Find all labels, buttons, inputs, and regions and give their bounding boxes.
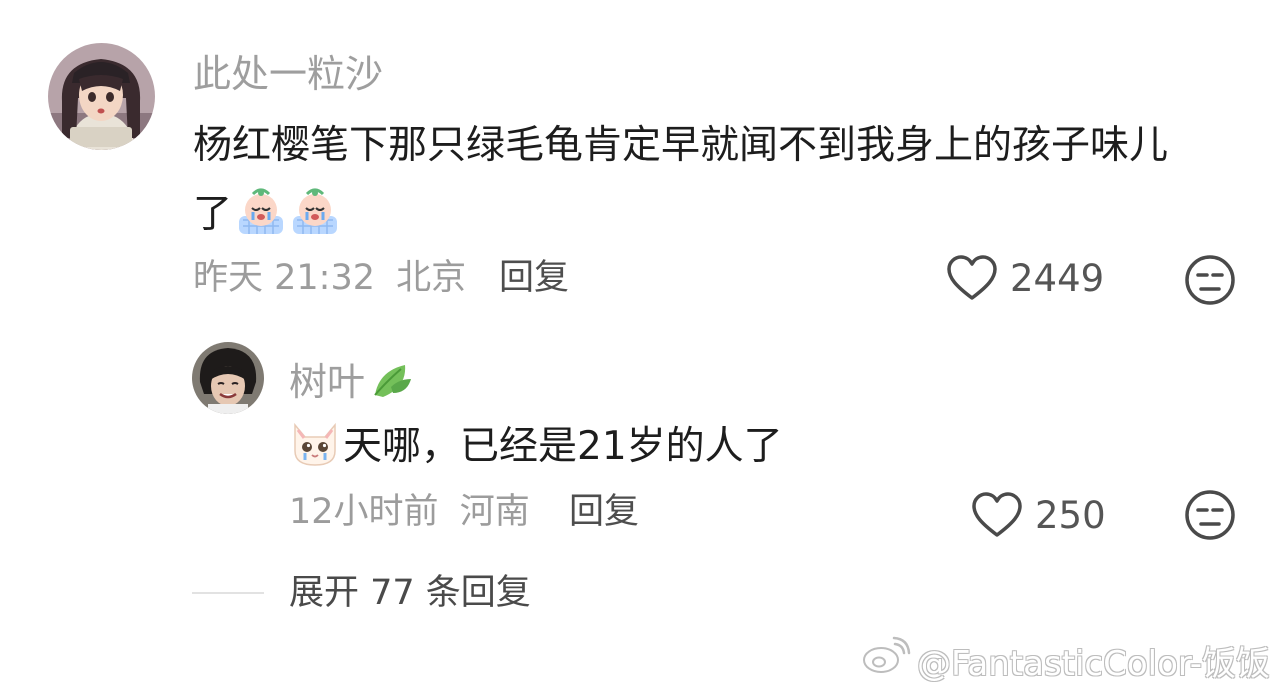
crying-baby-emoji xyxy=(235,186,287,243)
comment-thread: 此处一粒沙 杨红樱笔下那只绿毛龟肯定早就闻不到我身上的孩子味儿 了 昨天 21:… xyxy=(0,0,1284,695)
reply-to-reply-button[interactable]: 回复 xyxy=(569,495,639,530)
comment-time: 昨天 21:32 xyxy=(193,258,375,298)
comment-text-line-2-label: 了 xyxy=(193,192,233,237)
like-button[interactable]: 2449 xyxy=(946,254,1104,302)
reply-dislike-button[interactable] xyxy=(1184,489,1236,545)
reply-time: 12小时前 xyxy=(289,492,439,532)
expand-replies-button[interactable]: 展开 77 条回复 xyxy=(289,576,531,611)
comment-text-line-2: 了 xyxy=(193,186,341,243)
reply-like-count: 250 xyxy=(1035,493,1106,537)
heart-icon xyxy=(947,255,997,300)
reply-text: 天哪，已经是21岁的人了 xyxy=(343,424,783,469)
expand-divider xyxy=(192,592,264,594)
reply-location: 河南 xyxy=(459,492,530,532)
reply-text-row: 天哪，已经是21岁的人了 xyxy=(289,417,783,476)
comment-meta: 昨天 21:32 北京 xyxy=(193,261,466,296)
reply-button[interactable]: 回复 xyxy=(499,261,569,296)
comment-location: 北京 xyxy=(396,258,467,298)
username[interactable]: 此处一粒沙 xyxy=(193,55,383,93)
reply-like-button[interactable]: 250 xyxy=(971,491,1106,539)
comment-text-line-1: 杨红樱笔下那只绿毛龟肯定早就闻不到我身上的孩子味儿 xyxy=(193,123,1169,168)
leaf-icon xyxy=(371,357,415,407)
heart-icon xyxy=(972,492,1022,537)
reply-username-row: 树叶 xyxy=(289,357,415,407)
weibo-logo-icon xyxy=(861,636,911,685)
unamused-face-icon xyxy=(1185,255,1235,305)
reply-user-avatar[interactable] xyxy=(192,342,264,414)
reply-username[interactable]: 树叶 xyxy=(289,363,365,401)
avatar-boy-image xyxy=(192,342,264,414)
unamused-face-icon xyxy=(1185,490,1235,540)
crying-cat-emoji xyxy=(289,417,341,476)
watermark-text: @FantasticColor-饭饭 xyxy=(916,644,1270,684)
watermark: @FantasticColor-饭饭 xyxy=(861,636,1270,685)
like-count: 2449 xyxy=(1010,256,1105,300)
reply-meta: 12小时前 河南 xyxy=(289,495,530,530)
crying-baby-emoji xyxy=(289,186,341,243)
avatar-girl-image xyxy=(48,43,155,150)
dislike-button[interactable] xyxy=(1184,254,1236,310)
user-avatar[interactable] xyxy=(48,43,155,150)
